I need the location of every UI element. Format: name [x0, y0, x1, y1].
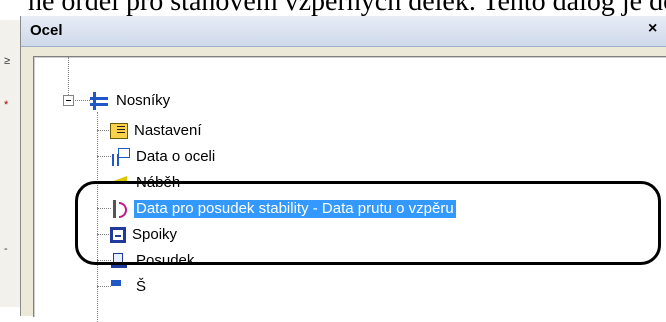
strip-mark: *	[4, 99, 9, 111]
tree-connector	[97, 156, 111, 157]
tree-connector	[97, 130, 111, 131]
tree-connector	[73, 100, 90, 101]
haunch-icon	[110, 174, 130, 192]
tree-connector	[97, 260, 111, 261]
steel-dialog: Ocel × Nosníky Nastavení Data o oceli Ná…	[20, 16, 666, 322]
window-title: Ocel	[30, 22, 63, 39]
tree-item-label: Š	[136, 278, 147, 295]
tree-item-steel-data[interactable]: Data o oceli	[110, 147, 217, 167]
tree-panel: Nosníky Nastavení Data o oceli Náběh Dat…	[33, 56, 666, 322]
tree-item-label: Spoiky	[132, 226, 178, 243]
tree-item-label: Nastavení	[134, 122, 202, 139]
tree-connector	[97, 208, 111, 209]
tree-connector	[97, 234, 111, 235]
tree-item-label: Data pro posudek stability - Data prutu …	[134, 200, 456, 218]
strip-mark: -	[4, 243, 8, 255]
partial-item-icon	[110, 278, 130, 296]
titlebar: Ocel ×	[21, 16, 666, 47]
beam-group-icon	[90, 92, 110, 110]
tree-connector	[97, 182, 111, 183]
tree-item-label: Data o oceli	[136, 148, 216, 165]
steel-data-icon	[110, 148, 130, 166]
tree-root-beams[interactable]: Nosníky	[90, 91, 172, 111]
tree-item-partial[interactable]: Š	[110, 277, 148, 297]
tree-item-label: Náběh	[136, 174, 181, 191]
settings-icon	[110, 123, 128, 139]
tree-item-check[interactable]: Posudek	[110, 251, 196, 271]
stability-data-icon	[110, 200, 130, 218]
tree-item-joints[interactable]: Spoiky	[110, 225, 179, 245]
strip-mark: ≥	[4, 55, 11, 67]
background-app-strip: ≥ * -	[0, 20, 20, 307]
tree-connector	[68, 57, 69, 95]
tree-item-stability-data[interactable]: Data pro posudek stability - Data prutu …	[110, 199, 456, 219]
check-icon	[110, 252, 130, 270]
joints-icon	[110, 227, 126, 243]
tree-connector	[97, 286, 111, 287]
close-icon[interactable]: ×	[648, 20, 657, 38]
collapse-icon[interactable]	[63, 95, 74, 106]
tree-item-haunch[interactable]: Náběh	[110, 173, 182, 193]
tree-item-settings[interactable]: Nastavení	[110, 121, 204, 141]
tree-connector	[97, 112, 98, 322]
tree-item-label: Nosníky	[116, 92, 171, 109]
tree-item-label: Posudek	[136, 252, 195, 269]
